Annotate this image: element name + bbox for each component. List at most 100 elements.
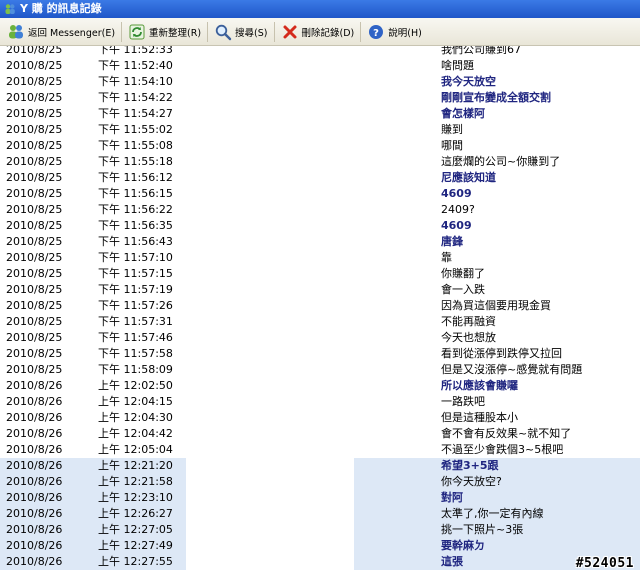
message-text: 4609	[441, 187, 472, 200]
help-label: 說明(H)	[388, 27, 422, 39]
message-text: 這麼爛的公司~你賺到了	[441, 155, 561, 168]
message-row[interactable]: 2010/8/25 下午 11:57:31 不能再融資	[0, 314, 640, 330]
message-text: 一路跌吧	[441, 395, 485, 408]
message-row[interactable]: 2010/8/26 上午 12:04:30 但是這種股本小	[0, 410, 640, 426]
message-time: 下午 11:56:22	[98, 203, 173, 216]
message-text: 但是又沒漲停~感覺就有問題	[441, 363, 583, 376]
message-row[interactable]: 2010/8/26 上午 12:27:05 挑一下照片~3張	[0, 522, 640, 538]
message-time: 上午 12:21:20	[98, 458, 186, 474]
message-row[interactable]: 2010/8/25 下午 11:56:12 尼應該知道	[0, 170, 640, 186]
message-row[interactable]: 2010/8/25 下午 11:58:09 但是又沒漲停~感覺就有問題	[0, 362, 640, 378]
toolbar-separator	[360, 21, 362, 42]
message-time: 上午 12:26:27	[98, 506, 186, 522]
refresh-button[interactable]: 重新整理(R)	[123, 20, 206, 44]
message-text: 2409?	[441, 203, 475, 216]
message-row[interactable]: 2010/8/25 下午 11:57:58 看到從漲停到跌停又拉回	[0, 346, 640, 362]
message-time: 上午 12:23:10	[98, 490, 186, 506]
message-row[interactable]: 2010/8/25 下午 11:54:22 剛剛宣布變成全額交割	[0, 90, 640, 106]
message-time: 下午 11:57:58	[98, 347, 173, 360]
message-row[interactable]: 2010/8/25 下午 11:52:40 啥問題	[0, 58, 640, 74]
message-text: 今天也想放	[441, 331, 496, 344]
message-row[interactable]: 2010/8/26 上午 12:27:55 這張	[0, 554, 640, 570]
message-time: 下午 11:55:02	[98, 123, 173, 136]
message-text: 太準了,你一定有內線	[441, 507, 544, 520]
message-row[interactable]: 2010/8/25 下午 11:56:35 4609	[0, 218, 640, 234]
message-row[interactable]: 2010/8/25 下午 11:54:10 我今天放空	[0, 74, 640, 90]
message-text: 我們公司賺到67	[441, 46, 521, 56]
toolbar: 返回 Messenger(E) 重新整理(R) 搜尋(S) 刪除記錄(D) ? …	[0, 18, 640, 46]
message-row[interactable]: 2010/8/25 下午 11:57:46 今天也想放	[0, 330, 640, 346]
message-row[interactable]: 2010/8/26 上午 12:04:15 一路跌吧	[0, 394, 640, 410]
message-text: 看到從漲停到跌停又拉回	[441, 347, 562, 360]
message-row[interactable]: 2010/8/25 下午 11:55:18 這麼爛的公司~你賺到了	[0, 154, 640, 170]
message-row[interactable]: 2010/8/25 下午 11:57:10 靠	[0, 250, 640, 266]
message-text: 你賺翻了	[441, 267, 485, 280]
message-text: 希望3+5跟	[441, 459, 499, 472]
message-time: 下午 11:56:15	[98, 187, 173, 200]
message-time: 上午 12:27:05	[98, 522, 186, 538]
message-row[interactable]: 2010/8/26 上午 12:23:10 對阿	[0, 490, 640, 506]
message-text: 我今天放空	[441, 75, 496, 88]
message-time: 下午 11:57:26	[98, 299, 173, 312]
message-time: 下午 11:55:18	[98, 155, 173, 168]
message-time: 上午 12:04:30	[98, 411, 173, 424]
message-row[interactable]: 2010/8/26 上午 12:26:27 太準了,你一定有內線	[0, 506, 640, 522]
message-row[interactable]: 2010/8/25 下午 11:55:02 賺到	[0, 122, 640, 138]
message-time: 下午 11:52:40	[98, 59, 173, 72]
message-text: 挑一下照片~3張	[441, 523, 524, 536]
message-row[interactable]: 2010/8/25 下午 11:54:27 會怎樣阿	[0, 106, 640, 122]
back-to-messenger-button[interactable]: 返回 Messenger(E)	[2, 20, 120, 44]
message-time: 下午 11:56:12	[98, 171, 173, 184]
message-row[interactable]: 2010/8/26 上午 12:05:04 不過至少會跌個3~5根吧	[0, 442, 640, 458]
message-time: 上午 12:27:55	[98, 554, 186, 570]
message-row[interactable]: 2010/8/25 下午 11:56:43 唐鋒	[0, 234, 640, 250]
message-time: 下午 11:54:27	[98, 107, 173, 120]
message-row[interactable]: 2010/8/25 下午 11:55:08 哪間	[0, 138, 640, 154]
message-time: 下午 11:57:15	[98, 267, 173, 280]
window-title: Y 購 的訊息記錄	[20, 2, 102, 15]
search-icon	[215, 24, 232, 40]
message-row[interactable]: 2010/8/26 上午 12:02:50 所以應該會賺囉	[0, 378, 640, 394]
message-row[interactable]: 2010/8/25 下午 11:57:15 你賺翻了	[0, 266, 640, 282]
search-button[interactable]: 搜尋(S)	[209, 20, 272, 44]
message-row[interactable]: 2010/8/25 下午 11:57:19 會一入跌	[0, 282, 640, 298]
message-row[interactable]: 2010/8/26 上午 12:27:49 要幹麻ㄉ	[0, 538, 640, 554]
message-row[interactable]: 2010/8/26 上午 12:04:42 會不會有反效果~就不知了	[0, 426, 640, 442]
message-time: 下午 11:58:09	[98, 363, 173, 376]
message-row[interactable]: 2010/8/25 下午 11:52:33 我們公司賺到67	[0, 46, 640, 58]
message-text: 你今天放空?	[441, 475, 502, 488]
refresh-icon	[129, 24, 145, 39]
window-title-bar[interactable]: Y 購 的訊息記錄	[0, 0, 640, 18]
message-time: 上午 12:21:58	[98, 474, 186, 490]
message-time: 下午 11:54:10	[98, 75, 173, 88]
message-text: 賺到	[441, 123, 463, 136]
message-text: 剛剛宣布變成全額交割	[441, 91, 551, 104]
message-text: 對阿	[441, 491, 463, 504]
message-text: 哪間	[441, 139, 463, 152]
message-row[interactable]: 2010/8/25 下午 11:56:15 4609	[0, 186, 640, 202]
message-text: 啥問題	[441, 59, 474, 72]
message-row[interactable]: 2010/8/25 下午 11:57:26 因為買這個要用現金買	[0, 298, 640, 314]
delete-history-button[interactable]: 刪除記錄(D)	[276, 20, 360, 44]
help-button[interactable]: ? 說明(H)	[362, 20, 427, 44]
buddies-icon	[9, 24, 23, 38]
delete-x-icon	[283, 25, 296, 38]
message-time: 下午 11:57:31	[98, 315, 173, 328]
message-row[interactable]: 2010/8/26 上午 12:21:20 希望3+5跟	[0, 458, 640, 474]
back-to-messenger-label: 返回 Messenger(E)	[28, 27, 116, 39]
message-text: 尼應該知道	[441, 171, 496, 184]
message-time: 上午 12:27:49	[98, 538, 186, 554]
message-time: 上午 12:05:04	[98, 443, 173, 456]
toolbar-separator	[273, 21, 275, 42]
message-time: 下午 11:54:22	[98, 91, 173, 104]
message-text: 要幹麻ㄉ	[441, 539, 485, 552]
message-row[interactable]: 2010/8/26 上午 12:21:58 你今天放空?	[0, 474, 640, 490]
message-text: 會一入跌	[441, 283, 485, 296]
message-row[interactable]: 2010/8/25 下午 11:56:22 2409?	[0, 202, 640, 218]
message-text: 但是這種股本小	[441, 411, 518, 424]
message-text: 不過至少會跌個3~5根吧	[441, 443, 564, 456]
message-text: 所以應該會賺囉	[441, 379, 518, 392]
svg-text:?: ?	[373, 28, 379, 39]
message-time: 下午 11:57:19	[98, 283, 173, 296]
message-history-list[interactable]: 2010/8/25 下午 11:52:33 我們公司賺到67 2010/8/25 下午 …	[0, 46, 640, 574]
